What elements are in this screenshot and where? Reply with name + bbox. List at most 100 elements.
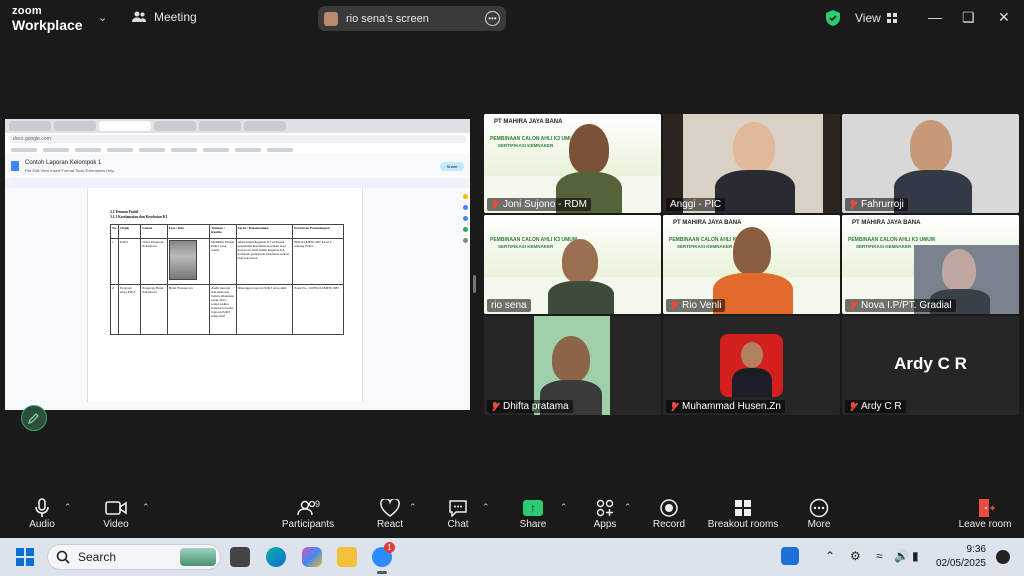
docs-side-panel [460,188,470,410]
zoom-notification-badge: 1 [384,542,395,553]
mic-muted-icon [491,401,500,412]
video-tile[interactable]: PEMBINAAN CALON AHLI K3 UMUM SERTIFIKASI… [484,215,661,314]
add-icon[interactable] [462,238,468,243]
leave-room-button[interactable]: Leave room [956,497,1014,530]
col-header: Objek [118,224,142,239]
cell: P2K3 [118,238,142,285]
tasks-icon[interactable] [462,205,468,210]
windows-taskbar: Search 1 ⌃ ⚙ ≈ 🔊 ▮ 9:36 02/05/2025 [0,538,1024,576]
share-label: Share [519,519,547,530]
docs-header: Contoh Laporan Kelompok 1 File Edit View… [5,154,470,178]
cell: Aktif dalam kegiatan K3 termasuk penerbi… [235,238,294,285]
video-options-caret-icon[interactable]: ⌃ [142,502,150,513]
people-icon [132,11,146,22]
chevron-down-icon[interactable]: ⌄ [98,11,107,24]
record-label: Record [652,519,686,530]
keep-icon[interactable] [462,194,468,199]
edge-browser-icon[interactable] [266,547,286,567]
browser-tab[interactable] [9,121,51,131]
view-menu[interactable]: View [855,11,897,25]
banner-line2: SERTIFIKASI KEMNAKER [856,244,912,249]
video-tile[interactable]: Ardy C R Ardy C R [842,316,1019,415]
notification-icon[interactable] [996,550,1010,564]
video-tile[interactable]: PT MAHIRA JAYA BANA PEMBINAAN CALON AHLI… [663,215,840,314]
participant-name: Fahrurroji [845,198,908,211]
video-tile[interactable]: PT MAHIRA JAYA BANA PEMBINAAN CALON AHLI… [484,114,661,213]
doc-title[interactable]: Contoh Laporan Kelompok 1 [25,160,114,166]
battery-icon[interactable]: ▮ [912,549,919,563]
shared-screen[interactable]: docs.google.com Contoh Laporan Kelompok … [5,119,470,410]
chat-options-caret-icon[interactable]: ⌃ [482,502,490,513]
audio-button[interactable]: Audio [24,497,60,530]
video-tile[interactable]: Muhammad Husen.Zn [663,316,840,415]
doc-menu[interactable]: File Edit View Insert Format Tools Exten… [25,168,114,173]
react-options-caret-icon[interactable]: ⌃ [409,502,417,513]
participant-name: Joni Sujono - RDM [487,198,591,211]
browser-tab[interactable] [199,121,241,131]
system-clock[interactable]: 9:36 02/05/2025 [936,543,986,571]
apps-options-caret-icon[interactable]: ⌃ [624,502,632,513]
tray-chevron-icon[interactable]: ⌃ [825,549,835,563]
breakout-rooms-button[interactable]: Breakout rooms [704,497,782,530]
volume-icon[interactable]: 🔊 [894,549,909,563]
file-explorer-icon[interactable] [337,547,357,567]
browser-tab-active[interactable] [99,121,151,131]
share-button[interactable]: ↑ Share [517,497,549,530]
copilot-icon[interactable] [302,547,322,567]
video-tile-active-speaker[interactable]: Anggi - PIC [663,114,840,213]
apps-icon [596,499,614,517]
docs-toolbar[interactable] [11,178,464,188]
search-icon [56,550,70,564]
mic-muted-icon [849,401,858,412]
windows-start-icon[interactable] [16,548,34,566]
audio-options-caret-icon[interactable]: ⌃ [64,502,72,513]
presenter-avatar [324,11,338,26]
task-view-icon[interactable] [230,547,250,567]
video-tile[interactable]: PT MAHIRA JAYA BANA PEMBINAAN CALON AHLI… [842,215,1019,314]
grid-view-icon [886,13,897,23]
apps-button[interactable]: Apps [590,497,620,530]
participants-button[interactable]: 9 Participants [276,497,340,530]
document-area: 3.1 Temuan Positif 3.1.1 Keselamatan dan… [5,188,460,410]
browser-tab[interactable] [244,121,286,131]
react-button[interactable]: React [372,497,408,530]
video-button[interactable]: Video [98,497,134,530]
browser-tab[interactable] [154,121,196,131]
video-tile[interactable]: Fahrurroji [842,114,1019,213]
wifi-icon[interactable]: ≈ [876,549,883,563]
react-label: React [376,519,404,530]
breakout-rooms-label: Breakout rooms [707,519,779,530]
close-icon[interactable]: ✕ [998,9,1010,26]
widget-icon[interactable] [781,547,799,565]
col-header: Foto / Info [166,224,211,239]
restore-icon[interactable]: ❏ [962,9,975,26]
browser-tab[interactable] [54,121,96,131]
annotate-pen-icon[interactable] [21,405,47,431]
search-placeholder: Search [78,550,117,564]
logo-line1: zoom [12,5,42,17]
record-button[interactable]: Record [650,497,688,530]
participant-name: Anggi - PIC [666,198,726,211]
participant-name: Dhifta pratama [487,400,573,413]
minimize-icon[interactable]: — [928,9,942,25]
video-tile[interactable]: Dhifta pratama [484,316,661,415]
share-options-caret-icon[interactable]: ⌃ [560,502,568,513]
split-view-handle[interactable] [473,275,476,293]
cell: 2 [109,284,120,335]
mic-muted-icon [491,199,500,210]
taskbar-search[interactable]: Search [47,544,221,570]
docs-share-button[interactable]: Share [440,161,464,171]
security-shield-icon[interactable] [826,10,840,26]
screen-share-pill[interactable]: rio sena's screen ••• [318,6,506,31]
chat-button[interactable]: Chat [442,497,474,530]
banner-line1: PEMBINAAN CALON AHLI K3 UMUM [490,136,578,142]
more-options-icon[interactable]: ••• [485,11,500,26]
language-icon[interactable]: ⚙ [850,549,861,563]
participant-video [942,249,976,291]
maps-icon[interactable] [462,227,468,232]
meeting-menu[interactable]: Meeting [132,10,197,24]
more-button[interactable]: More [804,497,834,530]
participant-video [569,124,609,174]
address-bar[interactable]: docs.google.com [9,135,466,143]
contacts-icon[interactable] [462,216,468,221]
